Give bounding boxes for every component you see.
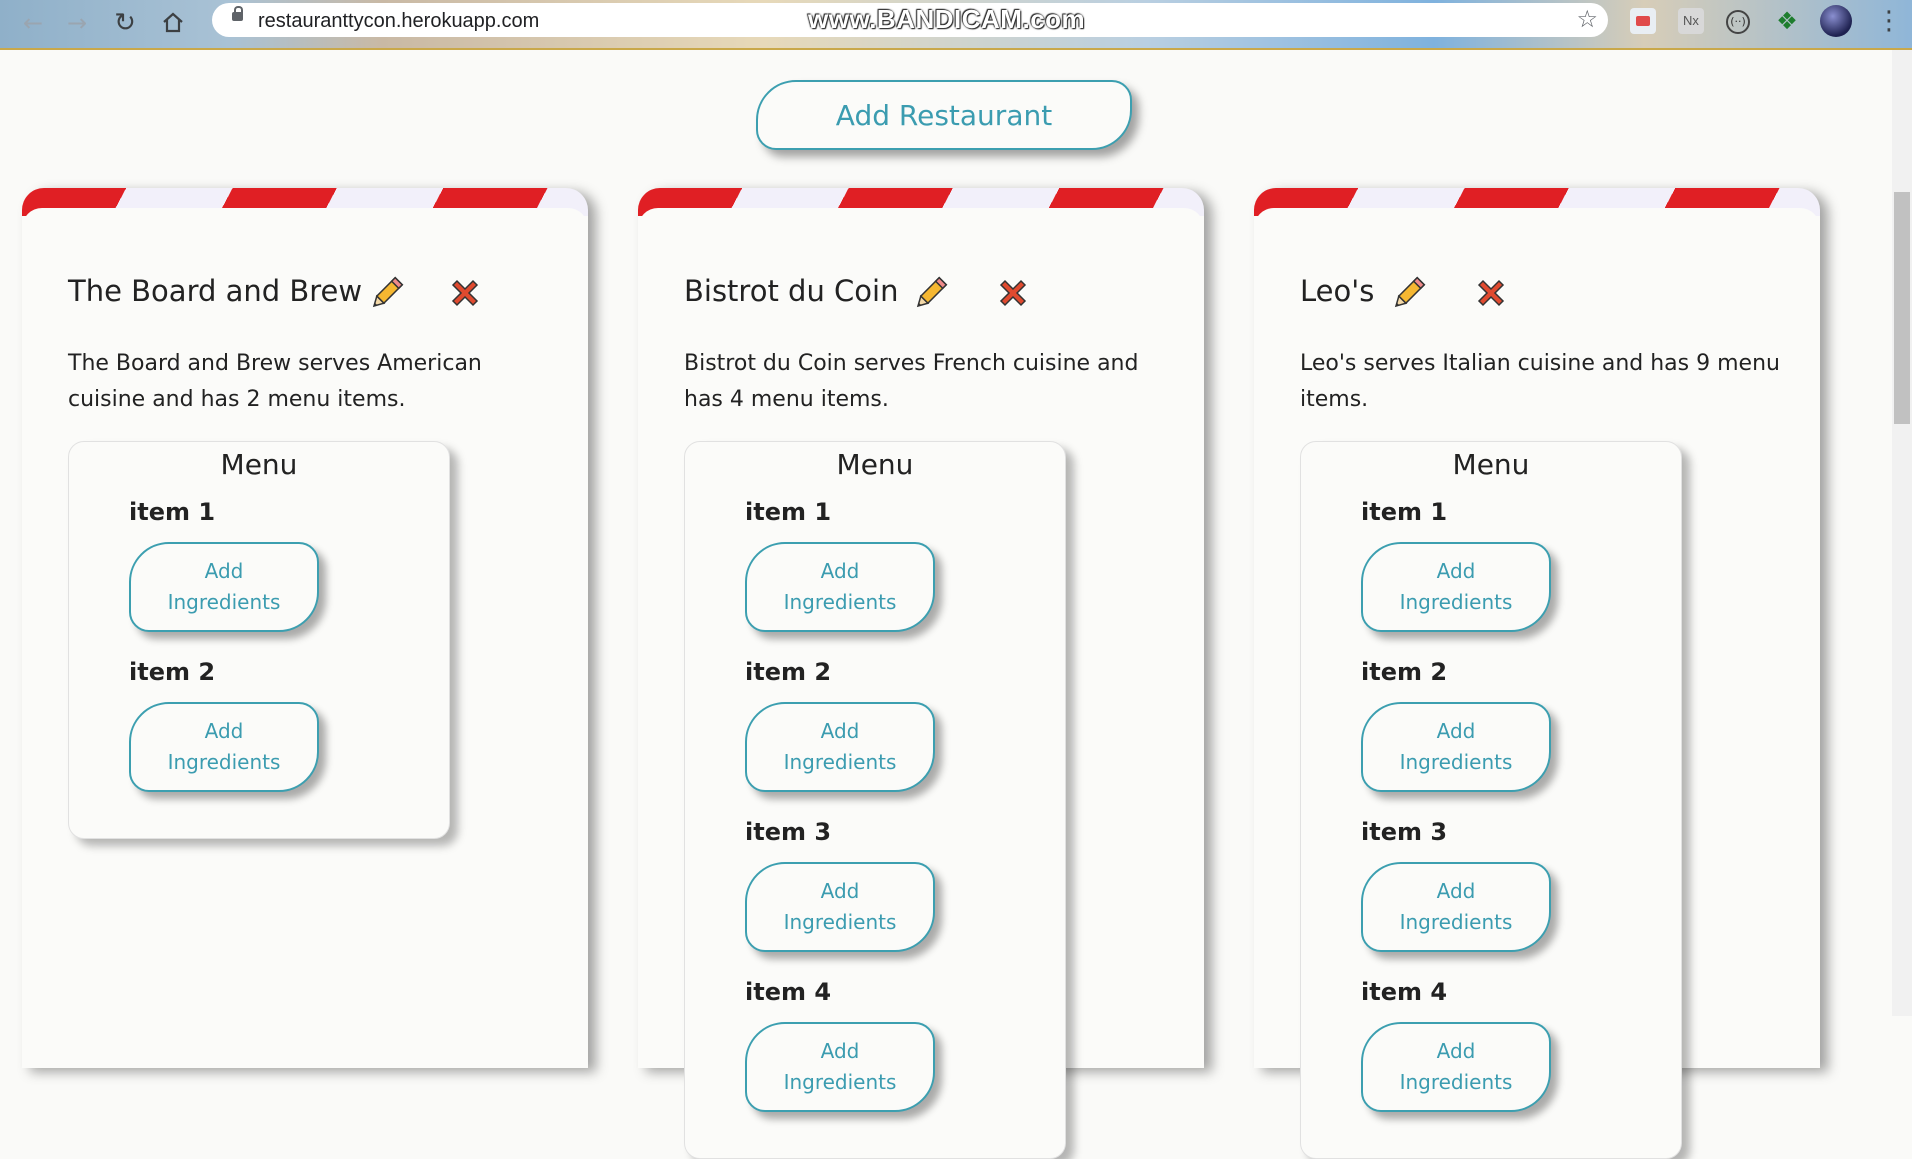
menu-item-name: item 2 [129, 658, 216, 686]
add-ingredients-label-line2: Ingredients [783, 910, 897, 934]
edit-pencil-icon[interactable] [1388, 274, 1428, 314]
restaurant-description: Bistrot du Coin serves French cuisine an… [684, 351, 1139, 412]
add-ingredients-label-line2: Ingredients [167, 590, 281, 614]
add-ingredients-label-line1: Add [1436, 719, 1476, 743]
menu-panel: Menu item 1 Add Ingredients item 2 Add Ingredi… [1300, 441, 1682, 1159]
browser-toolbar: ← → ↻ restauranttycon.herokuapp.com ☆ ww… [0, 0, 1912, 50]
add-ingredients-label-line1: Add [1436, 879, 1476, 903]
add-ingredients-button[interactable]: Add Ingredients [1361, 862, 1551, 952]
back-arrow-icon[interactable]: ← [18, 8, 48, 38]
menu-item-name: item 3 [745, 818, 832, 846]
add-ingredients-button[interactable]: Add Ingredients [1361, 542, 1551, 632]
delete-x-icon[interactable] [996, 276, 1030, 310]
delete-x-icon[interactable] [448, 276, 482, 310]
screen-recorder-extension-icon[interactable] [1630, 8, 1656, 34]
extensions-puzzle-icon[interactable]: ❖ [1774, 8, 1800, 34]
address-bar-url[interactable]: restauranttycon.herokuapp.com [258, 10, 539, 33]
add-ingredients-label-line1: Add [1436, 1039, 1476, 1063]
menu-item-name: item 4 [1361, 978, 1448, 1006]
bookmark-star-icon[interactable]: ☆ [1576, 5, 1598, 33]
add-restaurant-button[interactable]: Add Restaurant [756, 80, 1132, 150]
menu-item-name: item 4 [745, 978, 832, 1006]
restaurant-name: The Board and Brew [68, 274, 363, 308]
restaurant-name: Leo's [1300, 274, 1375, 308]
restaurant-card: Leo's Leo's serves Italian cuisine and ha… [1254, 188, 1820, 1159]
restaurant-description: Leo's serves Italian cuisine and has 9 m… [1300, 351, 1780, 412]
add-ingredients-button[interactable]: Add Ingredients [129, 542, 319, 632]
edit-pencil-icon[interactable] [910, 274, 950, 314]
menu-item-name: item 2 [1361, 658, 1448, 686]
add-ingredients-label-line2: Ingredients [167, 750, 281, 774]
lock-icon [232, 6, 243, 21]
page-scrollbar-thumb[interactable] [1894, 192, 1910, 424]
add-ingredients-label-line2: Ingredients [1399, 750, 1513, 774]
add-ingredients-label-line1: Add [204, 559, 244, 583]
menu-item-name: item 1 [129, 498, 216, 526]
reload-icon[interactable]: ↻ [110, 8, 140, 38]
add-ingredients-label-line1: Add [1436, 559, 1476, 583]
restaurant-name: Bistrot du Coin [684, 274, 899, 308]
restaurant-card: The Board and Brew The Board and Brew ser… [22, 188, 588, 1068]
add-ingredients-label-line1: Add [204, 719, 244, 743]
add-ingredients-label-line2: Ingredients [783, 1070, 897, 1094]
profile-avatar[interactable] [1820, 5, 1852, 37]
menu-item-name: item 3 [1361, 818, 1448, 846]
menu-item-name: item 2 [745, 658, 832, 686]
add-ingredients-button[interactable]: Add Ingredients [1361, 1022, 1551, 1112]
menu-item-name: item 1 [745, 498, 832, 526]
delete-x-icon[interactable] [1474, 276, 1508, 310]
menu-heading: Menu [220, 448, 298, 481]
add-ingredients-button[interactable]: Add Ingredients [745, 542, 935, 632]
add-ingredients-label-line2: Ingredients [1399, 590, 1513, 614]
add-ingredients-label-line1: Add [820, 559, 860, 583]
add-ingredients-label-line1: Add [820, 879, 860, 903]
edit-pencil-icon[interactable] [366, 274, 406, 314]
nx-extension-icon[interactable]: Nx [1678, 8, 1704, 34]
add-ingredients-button[interactable]: Add Ingredients [745, 702, 935, 792]
add-ingredients-button[interactable]: Add Ingredients [129, 702, 319, 792]
browser-menu-icon[interactable]: ⋮ [1876, 6, 1902, 36]
add-ingredients-button[interactable]: Add Ingredients [745, 1022, 935, 1112]
add-ingredients-label-line2: Ingredients [783, 750, 897, 774]
add-ingredients-label-line2: Ingredients [1399, 910, 1513, 934]
add-ingredients-label-line2: Ingredients [1399, 1070, 1513, 1094]
add-ingredients-label-line1: Add [820, 719, 860, 743]
menu-item-name: item 1 [1361, 498, 1448, 526]
menu-panel: Menu item 1 Add Ingredients item 2 Add Ingredi… [68, 441, 450, 839]
menu-heading: Menu [836, 448, 914, 481]
recording-watermark: www.BANDICAM.com [808, 4, 1086, 34]
add-ingredients-label-line1: Add [820, 1039, 860, 1063]
forward-arrow-icon[interactable]: → [62, 8, 92, 38]
restaurant-description: The Board and Brew serves American cuisi… [68, 351, 482, 412]
add-ingredients-button[interactable]: Add Ingredients [745, 862, 935, 952]
add-ingredients-label-line2: Ingredients [783, 590, 897, 614]
menu-heading: Menu [1452, 448, 1530, 481]
menu-panel: Menu item 1 Add Ingredients item 2 Add Ingredi… [684, 441, 1066, 1159]
home-icon[interactable] [158, 8, 188, 38]
extension-circle-icon[interactable]: (··) [1726, 10, 1750, 34]
add-ingredients-button[interactable]: Add Ingredients [1361, 702, 1551, 792]
restaurant-card: Bistrot du Coin Bistrot du Coin serves Fr… [638, 188, 1204, 1159]
